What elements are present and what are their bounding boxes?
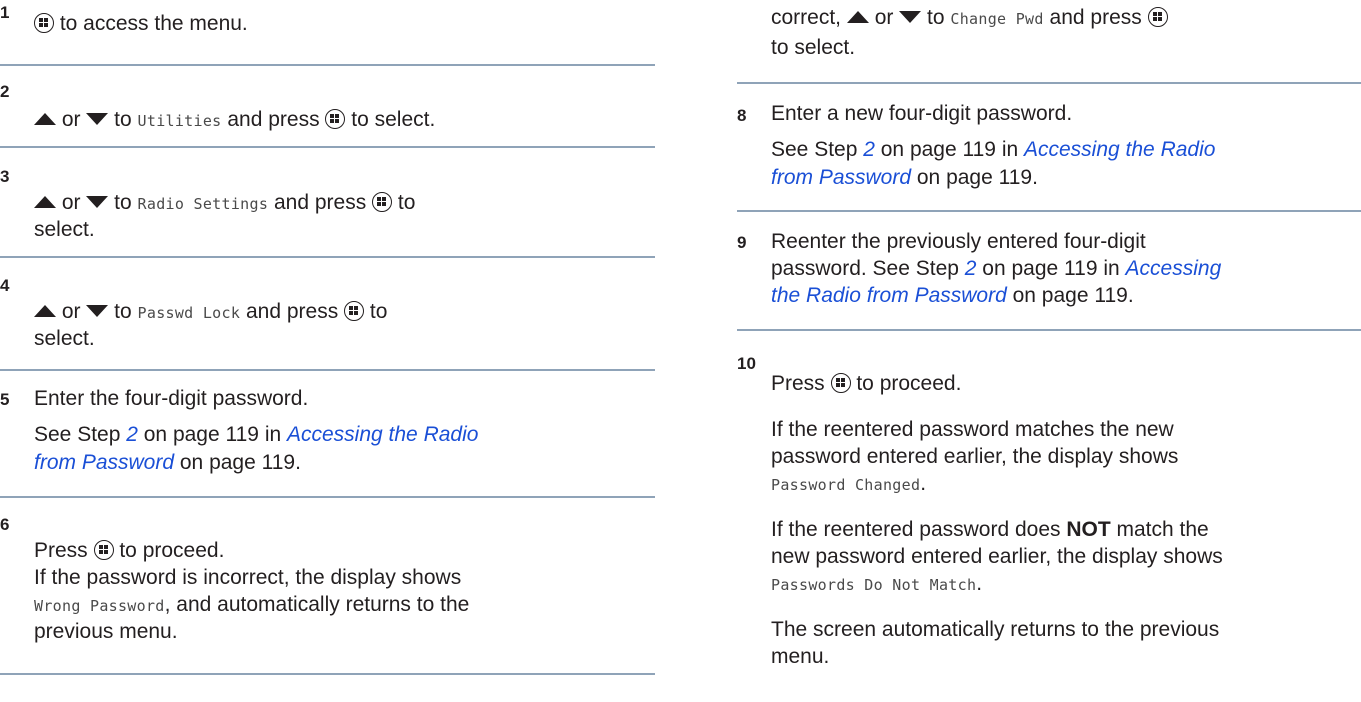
step-number: 8 <box>737 106 747 125</box>
divider <box>0 496 655 498</box>
up-arrow-icon <box>34 196 56 208</box>
menu-item-name: Passwd Lock <box>137 304 241 322</box>
section-link[interactable]: Accessing the Radio <box>287 423 478 446</box>
down-arrow-icon <box>86 196 109 208</box>
step-number: 5 <box>0 390 10 409</box>
step-link[interactable]: 2 <box>965 257 977 280</box>
menu-item-name: Utilities <box>137 112 222 130</box>
menu-ok-button-icon <box>325 109 346 129</box>
step-number: 2 <box>0 82 10 101</box>
menu-ok-button-icon <box>830 373 851 393</box>
menu-ok-button-icon <box>372 192 393 212</box>
display-message: Passwords Do Not Match <box>771 576 977 594</box>
section-link[interactable]: from Password <box>34 451 174 474</box>
menu-ok-button-icon <box>1147 7 1168 27</box>
step-text: to access the menu. <box>54 12 248 35</box>
down-arrow-icon <box>86 305 109 317</box>
step-number: 1 <box>0 3 10 22</box>
up-arrow-icon <box>34 305 56 317</box>
step-number: 10 <box>737 354 756 373</box>
section-link[interactable]: the Radio from Password <box>771 284 1007 307</box>
menu-ok-button-icon <box>344 301 365 321</box>
divider <box>0 64 655 66</box>
section-link[interactable]: from Password <box>771 166 911 189</box>
menu-item-name: Change Pwd <box>950 10 1044 28</box>
section-link[interactable]: Accessing <box>1126 257 1222 280</box>
section-link[interactable]: Accessing the Radio <box>1024 138 1215 161</box>
down-arrow-icon <box>86 113 109 125</box>
divider <box>0 146 655 148</box>
display-message: Wrong Password <box>34 597 165 615</box>
step-number: 3 <box>0 167 10 186</box>
step-link[interactable]: 2 <box>126 423 138 446</box>
divider <box>0 673 655 675</box>
step-number: 4 <box>0 276 10 295</box>
menu-ok-button-icon <box>34 13 54 33</box>
divider <box>737 210 1361 212</box>
down-arrow-icon <box>899 11 922 23</box>
step-link[interactable]: 2 <box>863 138 875 161</box>
divider <box>737 82 1361 84</box>
divider <box>737 329 1361 331</box>
menu-ok-button-icon <box>93 540 114 560</box>
divider <box>0 256 655 258</box>
up-arrow-icon <box>846 11 869 23</box>
menu-item-name: Radio Settings <box>137 195 269 213</box>
step-number: 9 <box>737 233 747 252</box>
up-arrow-icon <box>34 113 56 125</box>
step-number: 6 <box>0 515 10 534</box>
display-message: Password Changed <box>771 476 921 494</box>
divider <box>0 369 655 371</box>
